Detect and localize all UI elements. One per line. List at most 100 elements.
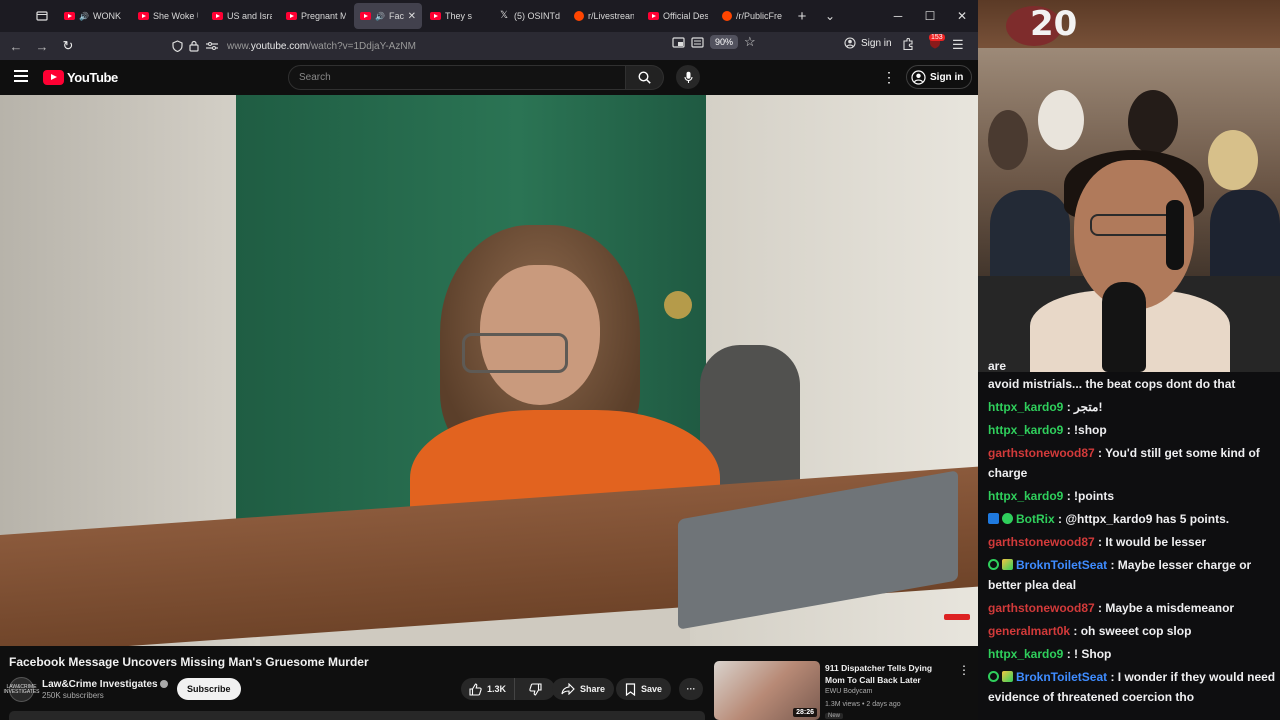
browser-tab[interactable]: 🔊 WONK <box>58 3 130 29</box>
cam-crowd-person <box>988 110 1028 170</box>
reload-button[interactable]: ↻ <box>56 34 80 58</box>
speaker-icon[interactable]: 🔊 <box>79 12 89 21</box>
chat-separator: : <box>1063 400 1075 414</box>
tab-list-button[interactable] <box>28 4 56 28</box>
recommended-thumbnail[interactable]: 28:26 <box>714 661 820 720</box>
browser-tab[interactable]: US and Isra <box>206 3 278 29</box>
chat-username[interactable]: BroknToiletSeat <box>1016 558 1107 572</box>
youtube-icon <box>360 12 371 20</box>
chat-separator: : <box>1063 423 1075 437</box>
back-button[interactable]: ← <box>4 34 28 58</box>
subscribe-button[interactable]: Subscribe <box>177 678 241 700</box>
chat-username[interactable]: garthstonewood87 <box>988 601 1095 615</box>
forward-button[interactable]: → <box>30 34 54 58</box>
stream-panel: 20 are avoid mistrials... the beat cops … <box>978 0 1280 720</box>
video-duration: 28:26 <box>793 708 817 717</box>
chat-username[interactable]: httpx_kardo9 <box>988 489 1063 503</box>
dislike-button[interactable] <box>520 682 550 696</box>
navigation-toolbar: ← → ↻ www.youtube.com/watch?v=1DdjaY-AzN… <box>0 32 978 60</box>
search-button[interactable] <box>626 65 664 90</box>
maximize-button[interactable]: ☐ <box>914 0 946 32</box>
picture-in-picture-icon[interactable] <box>672 36 685 48</box>
puzzle-icon <box>903 37 913 51</box>
extensions-button[interactable] <box>902 37 914 56</box>
bookmark-star-icon[interactable]: ☆ <box>744 34 756 50</box>
close-window-button[interactable]: ✕ <box>946 0 978 32</box>
chevron-down-icon: ⌄ <box>824 9 836 23</box>
recommended-video[interactable]: 28:26 911 Dispatcher Tells Dying Mom To … <box>714 661 970 720</box>
chat-message: avoid mistrials... the beat cops dont do… <box>988 374 1276 394</box>
chat-username[interactable]: httpx_kardo9 <box>988 647 1063 661</box>
settings-more-button[interactable]: ⋮ <box>882 69 896 86</box>
chat-text: !shop <box>1074 423 1107 437</box>
zoom-level-button[interactable]: 90% <box>710 35 739 49</box>
sword-badge-icon[interactable] <box>1002 559 1013 570</box>
chat-text: ! Shop <box>1074 647 1112 661</box>
window-controls: ─ ☐ ✕ <box>882 0 978 32</box>
chat-username[interactable]: httpx_kardo9 <box>988 400 1063 414</box>
browser-tab[interactable]: Official Des <box>642 3 714 29</box>
browser-tab[interactable]: /r/PublicFre <box>716 3 788 29</box>
app-menu-button[interactable]: ☰ <box>952 37 964 53</box>
chat-username[interactable]: BroknToiletSeat <box>1016 670 1107 684</box>
cam-crowd-person <box>1128 90 1178 154</box>
subscriber-badge-icon[interactable] <box>988 559 999 570</box>
voice-search-button[interactable] <box>676 65 700 89</box>
chat-username[interactable]: httpx_kardo9 <box>988 423 1063 437</box>
description-box[interactable] <box>9 711 705 720</box>
tab-title: Face <box>388 11 404 21</box>
new-tab-button[interactable]: + <box>788 0 816 32</box>
search-input[interactable]: Search <box>288 65 626 90</box>
verified-badge-icon[interactable] <box>1002 513 1013 524</box>
recommended-title[interactable]: 911 Dispatcher Tells Dying Mom To Call B… <box>825 662 945 686</box>
subscriber-badge-icon[interactable] <box>988 671 999 682</box>
youtube-icon <box>138 12 149 20</box>
bot-badge-icon[interactable] <box>988 513 999 524</box>
arrow-left-icon: ← <box>9 38 23 54</box>
permissions-icon[interactable] <box>205 41 219 51</box>
menu-icon: ☰ <box>952 37 964 52</box>
youtube-signin-button[interactable]: Sign in <box>906 65 973 89</box>
channel-name-link[interactable]: Law&Crime Investigates <box>42 679 168 690</box>
chat-text: Maybe a misdemeanor <box>1105 601 1235 615</box>
youtube-signin-label: Sign in <box>930 71 964 83</box>
chat-username[interactable]: garthstonewood87 <box>988 535 1095 549</box>
chat-username[interactable]: garthstonewood87 <box>988 446 1095 460</box>
cam-crowd-person <box>990 190 1070 276</box>
video-watermark <box>944 614 970 620</box>
lock-icon[interactable] <box>189 40 199 52</box>
browser-tab[interactable]: Pregnant M <box>280 3 352 29</box>
save-playlist-icon <box>625 682 636 696</box>
chat-message: garthstonewood87 : It would be lesser <box>988 532 1276 552</box>
like-button[interactable]: 1.3K <box>461 678 516 700</box>
shield-icon[interactable] <box>172 40 183 52</box>
recommended-channel[interactable]: EWU Bodycam <box>825 688 872 695</box>
save-button[interactable]: Save <box>616 678 672 700</box>
minimize-button[interactable]: ─ <box>882 0 914 32</box>
recommended-more-button[interactable]: ⋮ <box>958 663 970 677</box>
account-icon <box>844 37 856 49</box>
video-glasses <box>462 333 568 373</box>
video-player[interactable] <box>0 95 978 646</box>
close-tab-icon[interactable]: ✕ <box>408 11 416 22</box>
account-signin-button[interactable]: Sign in <box>844 37 892 49</box>
share-button[interactable]: Share <box>552 678 615 700</box>
browser-tab[interactable]: They s <box>424 3 492 29</box>
browser-tab[interactable]: She Woke U <box>132 3 204 29</box>
sword-badge-icon[interactable] <box>1002 671 1013 682</box>
chat-separator: : <box>1094 601 1106 615</box>
reddit-icon <box>574 11 584 21</box>
youtube-logo[interactable]: YouTube <box>43 70 118 85</box>
guide-menu-button[interactable] <box>14 70 28 82</box>
reader-view-icon[interactable] <box>691 36 704 48</box>
browser-tab[interactable]: 𝕏 (5) OSINTde <box>494 3 566 29</box>
chat-username[interactable]: BotRix <box>1016 512 1055 526</box>
chat-username[interactable]: generalmart0k <box>988 624 1070 638</box>
more-actions-button[interactable]: ··· <box>679 678 703 700</box>
browser-tab[interactable]: r/Livestrean <box>568 3 640 29</box>
channel-avatar[interactable]: LAW&CRIME INVESTIGATES <box>3 677 40 702</box>
speaker-icon[interactable]: 🔊 <box>375 12 385 21</box>
list-all-tabs-button[interactable]: ⌄ <box>816 0 844 32</box>
url-field[interactable]: www.youtube.com/watch?v=1DdjaY-AzNM <box>227 41 416 52</box>
browser-tab[interactable]: 🔊Face ✕ <box>354 3 422 29</box>
